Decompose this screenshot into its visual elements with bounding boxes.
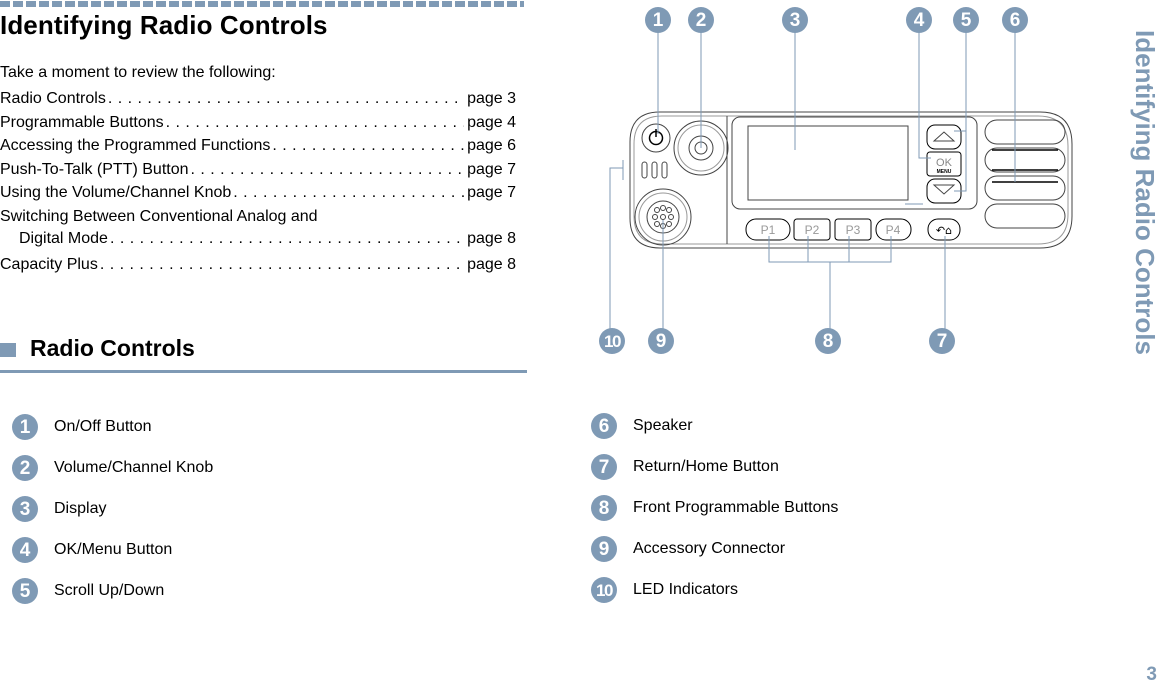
section-title: Radio Controls	[30, 335, 195, 361]
toc-entry-page: page 8	[467, 229, 516, 247]
toc-leader-dots	[108, 90, 464, 108]
legend-item: 8 Front Programmable Buttons	[591, 495, 838, 521]
toc-leader-dots	[233, 184, 464, 202]
toc-leader-dots	[191, 161, 465, 179]
legend-item: 7 Return/Home Button	[591, 454, 779, 480]
legend-label: Scroll Up/Down	[54, 582, 165, 599]
p1-label: P1	[761, 223, 776, 237]
callout-8: 8	[815, 328, 841, 354]
callout-6: 6	[1002, 7, 1028, 33]
legend-badge: 2	[12, 455, 38, 481]
legend-item: 6 Speaker	[591, 413, 693, 439]
callout-3: 3	[782, 7, 808, 33]
legend-label: On/Off Button	[54, 418, 152, 435]
toc-entry[interactable]: Push-To-Talk (PTT) Button page 7	[0, 161, 516, 185]
side-tab-title: Identifying Radio Controls	[1130, 30, 1160, 420]
legend-badge: 9	[591, 536, 617, 562]
callout-2: 2	[688, 7, 714, 33]
callout-5: 5	[953, 7, 979, 33]
legend-label: Return/Home Button	[633, 458, 779, 475]
toc-entry[interactable]: Radio Controls page 3	[0, 90, 516, 114]
radio-diagram: P1 P2 P3 P4 OK MENU ↶⌂ 1 2 3 4 5 6 10 9 …	[590, 0, 1090, 370]
toc-entry[interactable]: Accessing the Programmed Functions page …	[0, 137, 516, 161]
p3-label: P3	[846, 223, 861, 237]
toc-leader-dots	[272, 137, 464, 155]
toc-entry-label: Capacity Plus	[0, 255, 98, 273]
toc-leader-dots	[166, 114, 464, 132]
toc-entry-page: page 3	[467, 90, 516, 107]
legend-badge: 8	[591, 495, 617, 521]
menu-label: MENU	[937, 169, 952, 175]
p2-label: P2	[805, 223, 820, 237]
legend-badge: 5	[12, 578, 38, 604]
legend-item: 1 On/Off Button	[12, 414, 152, 440]
legend-label: OK/Menu Button	[54, 541, 173, 558]
toc-entry-page: page 8	[467, 255, 516, 273]
legend-label: Front Programmable Buttons	[633, 499, 839, 516]
legend-badge: 1	[12, 414, 38, 440]
legend-item: 5 Scroll Up/Down	[12, 578, 164, 604]
legend-item: 2 Volume/Channel Knob	[12, 455, 213, 481]
legend-label: Display	[54, 500, 107, 517]
legend-label: Accessory Connector	[633, 540, 786, 557]
callout-10: 10	[599, 328, 625, 354]
toc-entry[interactable]: Programmable Buttons page 4	[0, 114, 516, 138]
callout-1: 1	[645, 7, 671, 33]
legend-item: 10 LED Indicators	[591, 577, 738, 603]
toc-entry[interactable]: Switching Between Conventional Analog an…	[0, 208, 516, 256]
toc-entry-label-continued: Digital Mode	[19, 229, 108, 247]
callout-9: 9	[648, 328, 674, 354]
section-square-icon	[0, 343, 16, 357]
legend-badge: 10	[591, 577, 617, 603]
toc-entry-label: Programmable Buttons	[0, 113, 164, 131]
top-dashed-rule	[0, 1, 524, 7]
power-button-outline	[641, 123, 671, 153]
legend-item: 9 Accessory Connector	[591, 536, 785, 562]
toc-entry-label: Switching Between Conventional Analog an…	[0, 207, 318, 225]
ok-label: OK	[936, 157, 953, 169]
toc-entry-label: Accessing the Programmed Functions	[0, 137, 271, 155]
callout-4: 4	[906, 7, 932, 33]
toc-leader-dots	[100, 256, 464, 274]
page-number: 3	[1146, 664, 1157, 685]
page-title: Identifying Radio Controls	[0, 10, 328, 40]
legend-badge: 4	[12, 537, 38, 563]
legend-item: 3 Display	[12, 496, 106, 522]
toc-leader-dots	[110, 230, 464, 248]
legend-label: Speaker	[633, 417, 693, 434]
side-tab-title-text: Identifying Radio Controls	[1130, 30, 1160, 355]
section-header: Radio Controls	[0, 334, 527, 373]
toc-entry-page: page 6	[467, 137, 516, 155]
legend-badge: 6	[591, 413, 617, 439]
scroll-up-button	[926, 124, 962, 150]
intro-text: Take a moment to review the following:	[0, 64, 276, 81]
legend-badge: 3	[12, 496, 38, 522]
callout-7: 7	[929, 328, 955, 354]
legend-label: Volume/Channel Knob	[54, 459, 214, 476]
triangle-up-icon	[932, 131, 956, 142]
triangle-down-icon	[932, 184, 956, 195]
toc-entry-label: Push-To-Talk (PTT) Button	[0, 160, 189, 178]
p4-label: P4	[886, 223, 901, 237]
toc-entry[interactable]: Using the Volume/Channel Knob page 7	[0, 184, 516, 208]
table-of-contents: Radio Controls page 3 Programmable Butto…	[0, 90, 516, 280]
toc-entry-label: Radio Controls	[0, 90, 106, 107]
legend-label: LED Indicators	[633, 581, 738, 598]
toc-entry[interactable]: Capacity Plus page 8	[0, 256, 516, 280]
toc-entry-page: page 7	[467, 184, 516, 202]
display-screen	[747, 125, 909, 201]
toc-entry-page: page 4	[467, 113, 516, 131]
radio-line-art: P1 P2 P3 P4 OK MENU ↶⌂	[609, 32, 1073, 330]
toc-entry-page: page 7	[467, 160, 516, 178]
legend-badge: 7	[591, 454, 617, 480]
toc-entry-label: Using the Volume/Channel Knob	[0, 184, 232, 202]
return-home-icon: ↶⌂	[936, 224, 952, 237]
legend-item: 4 OK/Menu Button	[12, 537, 172, 563]
